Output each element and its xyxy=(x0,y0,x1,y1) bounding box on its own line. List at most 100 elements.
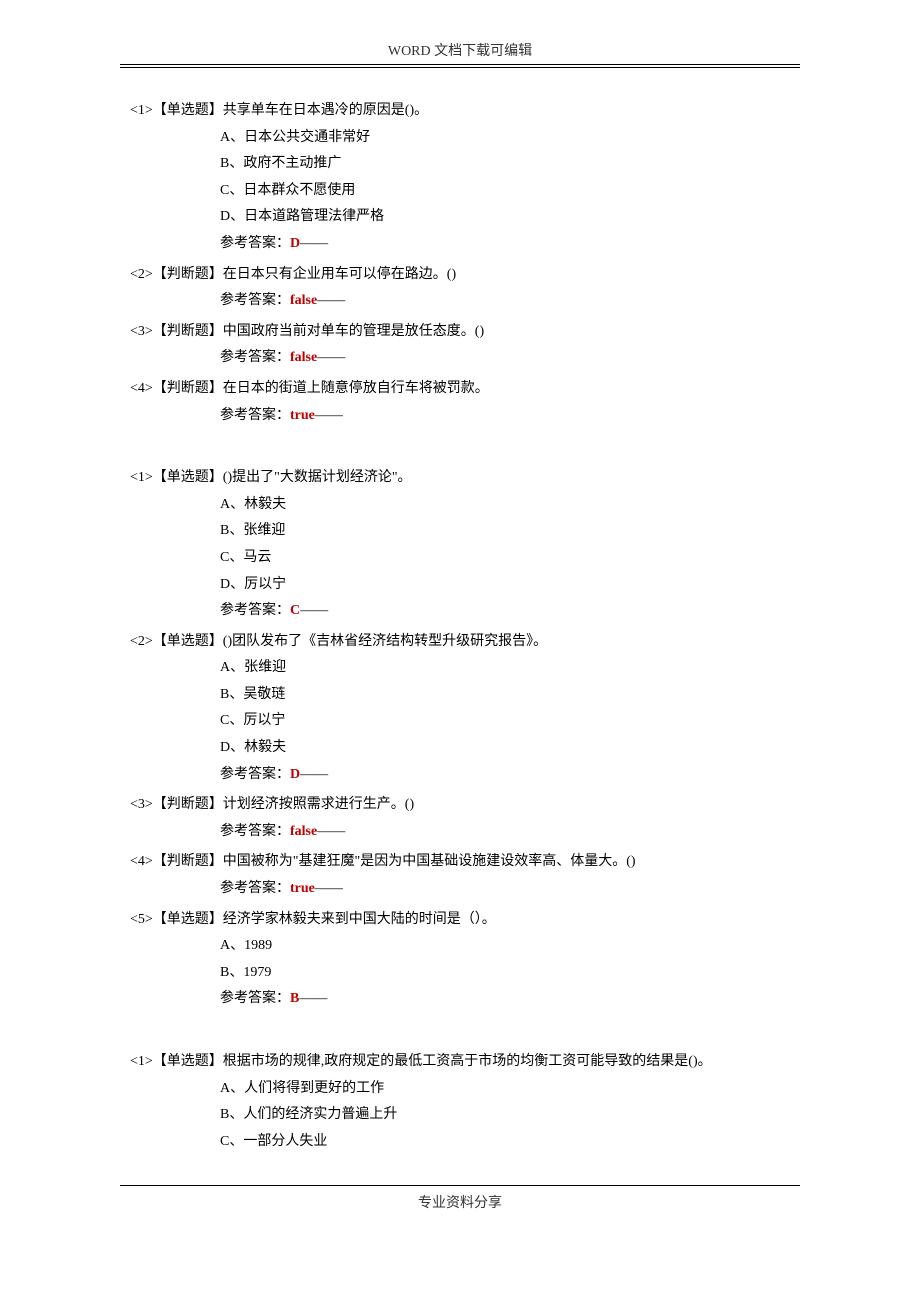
question-line: <1>【单选题】根据市场的规律,政府规定的最低工资高于市场的均衡工资可能导致的结… xyxy=(130,1049,790,1076)
option-item: B、1979 xyxy=(220,960,790,987)
question-block: <3>【判断题】中国政府当前对单车的管理是放任态度。()参考答案：false—— xyxy=(130,319,790,372)
question-block: <1>【单选题】()提出了"大数据计划经济论"。A、林毅夫B、张维迎C、马云D、… xyxy=(130,465,790,625)
answer-value: D xyxy=(290,236,300,251)
question-type: 【判断题】 xyxy=(153,262,223,289)
question-number: <5> xyxy=(130,907,153,934)
answer-dash: —— xyxy=(300,767,328,782)
question-block: <4>【判断题】中国被称为"基建狂魔"是因为中国基础设施建设效率高、体量大。()… xyxy=(130,849,790,902)
question-number: <1> xyxy=(130,98,153,125)
option-item: B、张维迎 xyxy=(220,518,790,545)
answer-label: 参考答案： xyxy=(220,603,290,618)
section-gap xyxy=(130,1017,790,1049)
answer-row: 参考答案：D—— xyxy=(130,762,790,789)
option-item: A、人们将得到更好的工作 xyxy=(220,1076,790,1103)
option-item: C、厉以宁 xyxy=(220,708,790,735)
question-type: 【单选题】 xyxy=(153,907,223,934)
option-list: A、1989B、1979 xyxy=(130,933,790,986)
answer-label: 参考答案： xyxy=(220,824,290,839)
question-line: <2>【判断题】在日本只有企业用车可以停在路边。() xyxy=(130,262,790,289)
answer-row: 参考答案：true—— xyxy=(130,876,790,903)
page-footer: 专业资料分享 xyxy=(80,1192,840,1212)
question-line: <2>【单选题】()团队发布了《吉林省经济结构转型升级研究报告》。 xyxy=(130,629,790,656)
question-number: <2> xyxy=(130,629,153,656)
question-type: 【单选题】 xyxy=(153,629,223,656)
question-block: <2>【判断题】在日本只有企业用车可以停在路边。()参考答案：false—— xyxy=(130,262,790,315)
question-text: 在日本的街道上随意停放自行车将被罚款。 xyxy=(223,376,489,403)
question-number: <4> xyxy=(130,376,153,403)
question-block: <5>【单选题】经济学家林毅夫来到中国大陆的时间是（）。A、1989B、1979… xyxy=(130,907,790,1013)
answer-dash: —— xyxy=(317,824,345,839)
question-type: 【判断题】 xyxy=(153,319,223,346)
question-line: <4>【判断题】在日本的街道上随意停放自行车将被罚款。 xyxy=(130,376,790,403)
option-item: D、厉以宁 xyxy=(220,572,790,599)
answer-row: 参考答案：false—— xyxy=(130,345,790,372)
question-number: <4> xyxy=(130,849,153,876)
option-list: A、人们将得到更好的工作B、人们的经济实力普遍上升C、一部分人失业 xyxy=(130,1076,790,1156)
question-text: ()团队发布了《吉林省经济结构转型升级研究报告》。 xyxy=(223,629,547,656)
question-number: <1> xyxy=(130,465,153,492)
answer-value: true xyxy=(290,408,315,423)
answer-row: 参考答案：false—— xyxy=(130,288,790,315)
question-block: <3>【判断题】计划经济按照需求进行生产。()参考答案：false—— xyxy=(130,792,790,845)
option-item: A、张维迎 xyxy=(220,655,790,682)
question-line: <1>【单选题】()提出了"大数据计划经济论"。 xyxy=(130,465,790,492)
answer-dash: —— xyxy=(317,350,345,365)
header-rule-bottom xyxy=(120,67,800,68)
answer-row: 参考答案：D—— xyxy=(130,231,790,258)
question-block: <1>【单选题】共享单车在日本遇冷的原因是()。A、日本公共交通非常好B、政府不… xyxy=(130,98,790,258)
option-item: C、一部分人失业 xyxy=(220,1129,790,1156)
option-list: A、日本公共交通非常好B、政府不主动推广C、日本群众不愿使用D、日本道路管理法律… xyxy=(130,125,790,231)
question-text: 中国政府当前对单车的管理是放任态度。() xyxy=(223,319,484,346)
answer-value: false xyxy=(290,350,317,365)
answer-label: 参考答案： xyxy=(220,293,290,308)
answer-label: 参考答案： xyxy=(220,767,290,782)
option-item: A、日本公共交通非常好 xyxy=(220,125,790,152)
page-header: WORD 文档下载可编辑 xyxy=(80,40,840,60)
header-rule-top xyxy=(120,64,800,65)
answer-dash: —— xyxy=(315,408,343,423)
footer-rule xyxy=(120,1185,800,1186)
question-type: 【单选题】 xyxy=(153,465,223,492)
answer-value: false xyxy=(290,293,317,308)
answer-label: 参考答案： xyxy=(220,881,290,896)
answer-label: 参考答案： xyxy=(220,991,290,1006)
option-item: B、人们的经济实力普遍上升 xyxy=(220,1102,790,1129)
question-block: <2>【单选题】()团队发布了《吉林省经济结构转型升级研究报告》。A、张维迎B、… xyxy=(130,629,790,789)
answer-label: 参考答案： xyxy=(220,408,290,423)
option-item: B、吴敬琏 xyxy=(220,682,790,709)
question-text: 在日本只有企业用车可以停在路边。() xyxy=(223,262,456,289)
question-number: <3> xyxy=(130,792,153,819)
answer-dash: —— xyxy=(299,991,327,1006)
answer-value: D xyxy=(290,767,300,782)
question-type: 【判断题】 xyxy=(153,376,223,403)
option-item: B、政府不主动推广 xyxy=(220,151,790,178)
question-text: ()提出了"大数据计划经济论"。 xyxy=(223,465,412,492)
question-type: 【单选题】 xyxy=(153,1049,223,1076)
question-number: <3> xyxy=(130,319,153,346)
option-list: A、林毅夫B、张维迎C、马云D、厉以宁 xyxy=(130,492,790,598)
answer-dash: —— xyxy=(300,603,328,618)
question-type: 【判断题】 xyxy=(153,849,223,876)
answer-value: C xyxy=(290,603,300,618)
option-list: A、张维迎B、吴敬琏C、厉以宁D、林毅夫 xyxy=(130,655,790,761)
answer-value: false xyxy=(290,824,317,839)
answer-row: 参考答案：B—— xyxy=(130,986,790,1013)
question-text: 根据市场的规律,政府规定的最低工资高于市场的均衡工资可能导致的结果是()。 xyxy=(223,1049,712,1076)
option-item: D、日本道路管理法律严格 xyxy=(220,204,790,231)
question-line: <5>【单选题】经济学家林毅夫来到中国大陆的时间是（）。 xyxy=(130,907,790,934)
question-text: 经济学家林毅夫来到中国大陆的时间是（）。 xyxy=(223,907,496,934)
answer-row: 参考答案：false—— xyxy=(130,819,790,846)
answer-row: 参考答案：true—— xyxy=(130,403,790,430)
option-item: C、日本群众不愿使用 xyxy=(220,178,790,205)
option-item: A、1989 xyxy=(220,933,790,960)
question-line: <3>【判断题】中国政府当前对单车的管理是放任态度。() xyxy=(130,319,790,346)
answer-dash: —— xyxy=(300,236,328,251)
question-line: <3>【判断题】计划经济按照需求进行生产。() xyxy=(130,792,790,819)
option-item: C、马云 xyxy=(220,545,790,572)
question-type: 【判断题】 xyxy=(153,792,223,819)
answer-dash: —— xyxy=(315,881,343,896)
question-line: <4>【判断题】中国被称为"基建狂魔"是因为中国基础设施建设效率高、体量大。() xyxy=(130,849,790,876)
answer-label: 参考答案： xyxy=(220,350,290,365)
question-line: <1>【单选题】共享单车在日本遇冷的原因是()。 xyxy=(130,98,790,125)
option-item: D、林毅夫 xyxy=(220,735,790,762)
